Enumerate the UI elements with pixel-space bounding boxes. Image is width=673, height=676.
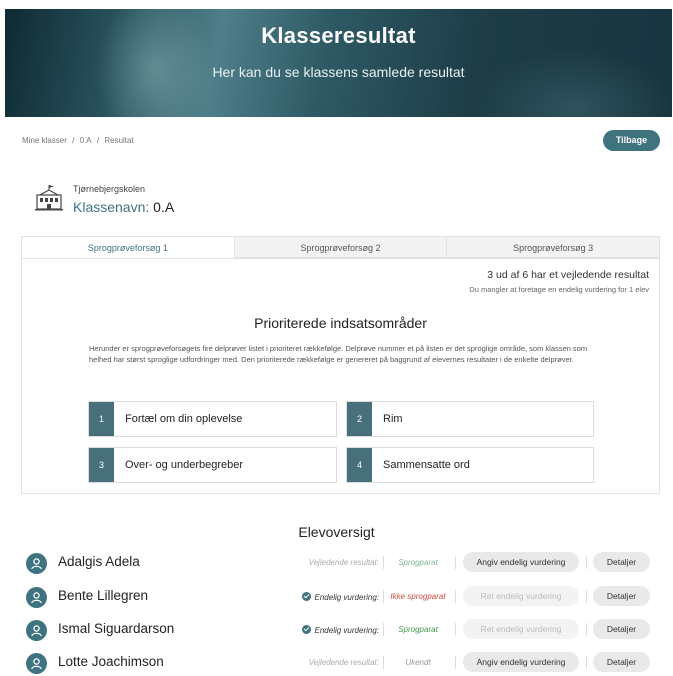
priority-label: Fortæl om din oplevelse xyxy=(125,413,243,425)
breadcrumb-item-class[interactable]: 0.A xyxy=(80,136,92,145)
class-name-label: Klassenavn: xyxy=(73,199,150,215)
result-type-text: Endelig vurdering: xyxy=(314,626,379,635)
divider xyxy=(455,590,456,603)
priority-description: Herunder er sprogprøveforsøgets fire del… xyxy=(89,344,588,364)
attempt-tabs: Sprogprøveforsøg 1 Sprogprøveforsøg 2 Sp… xyxy=(21,236,661,259)
class-name-line: Klassenavn: 0.A xyxy=(73,199,174,215)
priority-label: Rim xyxy=(383,413,403,425)
assessment-button[interactable]: Ret endelig vurdering xyxy=(463,619,579,639)
priority-area-1: 1 Fortæl om din oplevelse xyxy=(88,401,337,437)
checkmark-icon xyxy=(301,625,311,634)
page-subtitle: Her kan du se klassens samlede resultat xyxy=(212,64,465,80)
student-row: Adalgis Adela Vejledende resultat: Sprogpa… xyxy=(21,548,660,579)
breadcrumb-item-mine-klasser[interactable]: Mine klasser xyxy=(22,136,67,145)
student-row: Lotte Joachimson Vejledende resultat: Uken… xyxy=(21,648,660,676)
result-type-label: Vejledende resultat: xyxy=(309,658,379,667)
priority-area-4: 4 Sammensatte ord xyxy=(346,447,594,483)
status-text: Ukendt xyxy=(405,658,431,667)
summary-note: Du mangler at foretage en endelig vurder… xyxy=(469,285,649,294)
result-panel: 3 ud af 6 har et vejledende resultat Du … xyxy=(21,258,660,494)
priority-number: 1 xyxy=(89,402,114,436)
priority-number: 4 xyxy=(347,448,372,482)
divider xyxy=(455,656,456,669)
priority-area-2: 2 Rim xyxy=(346,401,594,437)
student-row: Bente Lillegren Endelig vurdering: Ikke sp… xyxy=(21,582,660,613)
tab-attempt-3[interactable]: Sprogprøveforsøg 3 xyxy=(447,236,661,258)
divider xyxy=(586,590,587,603)
school-name: Tjørnebjergskolen xyxy=(73,184,146,194)
student-name[interactable]: Ismal Siguardarson xyxy=(58,621,174,636)
status-text: Sprogparat xyxy=(398,558,438,567)
assessment-button[interactable]: Angiv endelig vurdering xyxy=(463,652,579,672)
assessment-button[interactable]: Ret endelig vurdering xyxy=(463,586,579,606)
divider xyxy=(586,556,587,569)
result-type-text: Endelig vurdering: xyxy=(314,593,379,602)
assessment-button[interactable]: Angiv endelig vurdering xyxy=(463,552,579,572)
result-type-label: Endelig vurdering: xyxy=(301,625,379,635)
checkmark-icon xyxy=(301,592,311,601)
details-button[interactable]: Detaljer xyxy=(593,552,650,572)
priority-title: Prioriterede indsatsområder xyxy=(254,315,427,331)
priority-number: 2 xyxy=(347,402,372,436)
hero-banner: Klasseresultat Her kan du se klassens sa… xyxy=(5,9,672,117)
priority-label: Sammensatte ord xyxy=(383,459,470,471)
details-button[interactable]: Detaljer xyxy=(593,586,650,606)
avatar-icon xyxy=(26,653,47,674)
student-name[interactable]: Bente Lillegren xyxy=(58,588,148,603)
avatar-icon xyxy=(26,620,47,641)
breadcrumb-separator: / xyxy=(96,136,100,145)
tab-attempt-1[interactable]: Sprogprøveforsøg 1 xyxy=(21,236,235,258)
back-button[interactable]: Tilbage xyxy=(603,130,660,151)
breadcrumb-item-current: Resultat xyxy=(104,136,134,145)
student-name[interactable]: Adalgis Adela xyxy=(58,554,140,569)
divider xyxy=(586,656,587,669)
breadcrumb: Mine klasser / 0.A / Resultat xyxy=(22,136,137,145)
school-building-icon xyxy=(35,185,63,211)
student-overview-title: Elevoversigt xyxy=(298,524,375,540)
breadcrumb-separator: / xyxy=(72,136,75,145)
details-button[interactable]: Detaljer xyxy=(593,652,650,672)
result-type-label: Endelig vurdering: xyxy=(301,592,379,602)
priority-label: Over- og underbegreber xyxy=(125,459,244,471)
divider xyxy=(586,623,587,636)
hero-background-highlight xyxy=(475,49,672,117)
summary-count: 3 ud af 6 har et vejledende resultat xyxy=(487,269,649,281)
divider xyxy=(455,556,456,569)
details-button[interactable]: Detaljer xyxy=(593,619,650,639)
student-row: Ismal Siguardarson Endelig vurdering: Spro… xyxy=(21,615,660,646)
avatar-icon xyxy=(26,587,47,608)
status-text: Sprogparat xyxy=(398,625,438,634)
result-type-text: Vejledende resultat: xyxy=(308,558,379,567)
status-text: Ikke sprogparat xyxy=(390,592,446,601)
avatar-icon xyxy=(26,553,47,574)
tab-attempt-2[interactable]: Sprogprøveforsøg 2 xyxy=(234,236,448,258)
result-type-text: Vejledende resultat: xyxy=(308,658,379,667)
divider xyxy=(455,623,456,636)
student-name[interactable]: Lotte Joachimson xyxy=(58,654,164,669)
class-name-value: 0.A xyxy=(153,199,175,215)
priority-area-3: 3 Over- og underbegreber xyxy=(88,447,337,483)
priority-number: 3 xyxy=(89,448,114,482)
result-type-label: Vejledende resultat: xyxy=(309,558,379,567)
page-title: Klasseresultat xyxy=(261,23,416,48)
